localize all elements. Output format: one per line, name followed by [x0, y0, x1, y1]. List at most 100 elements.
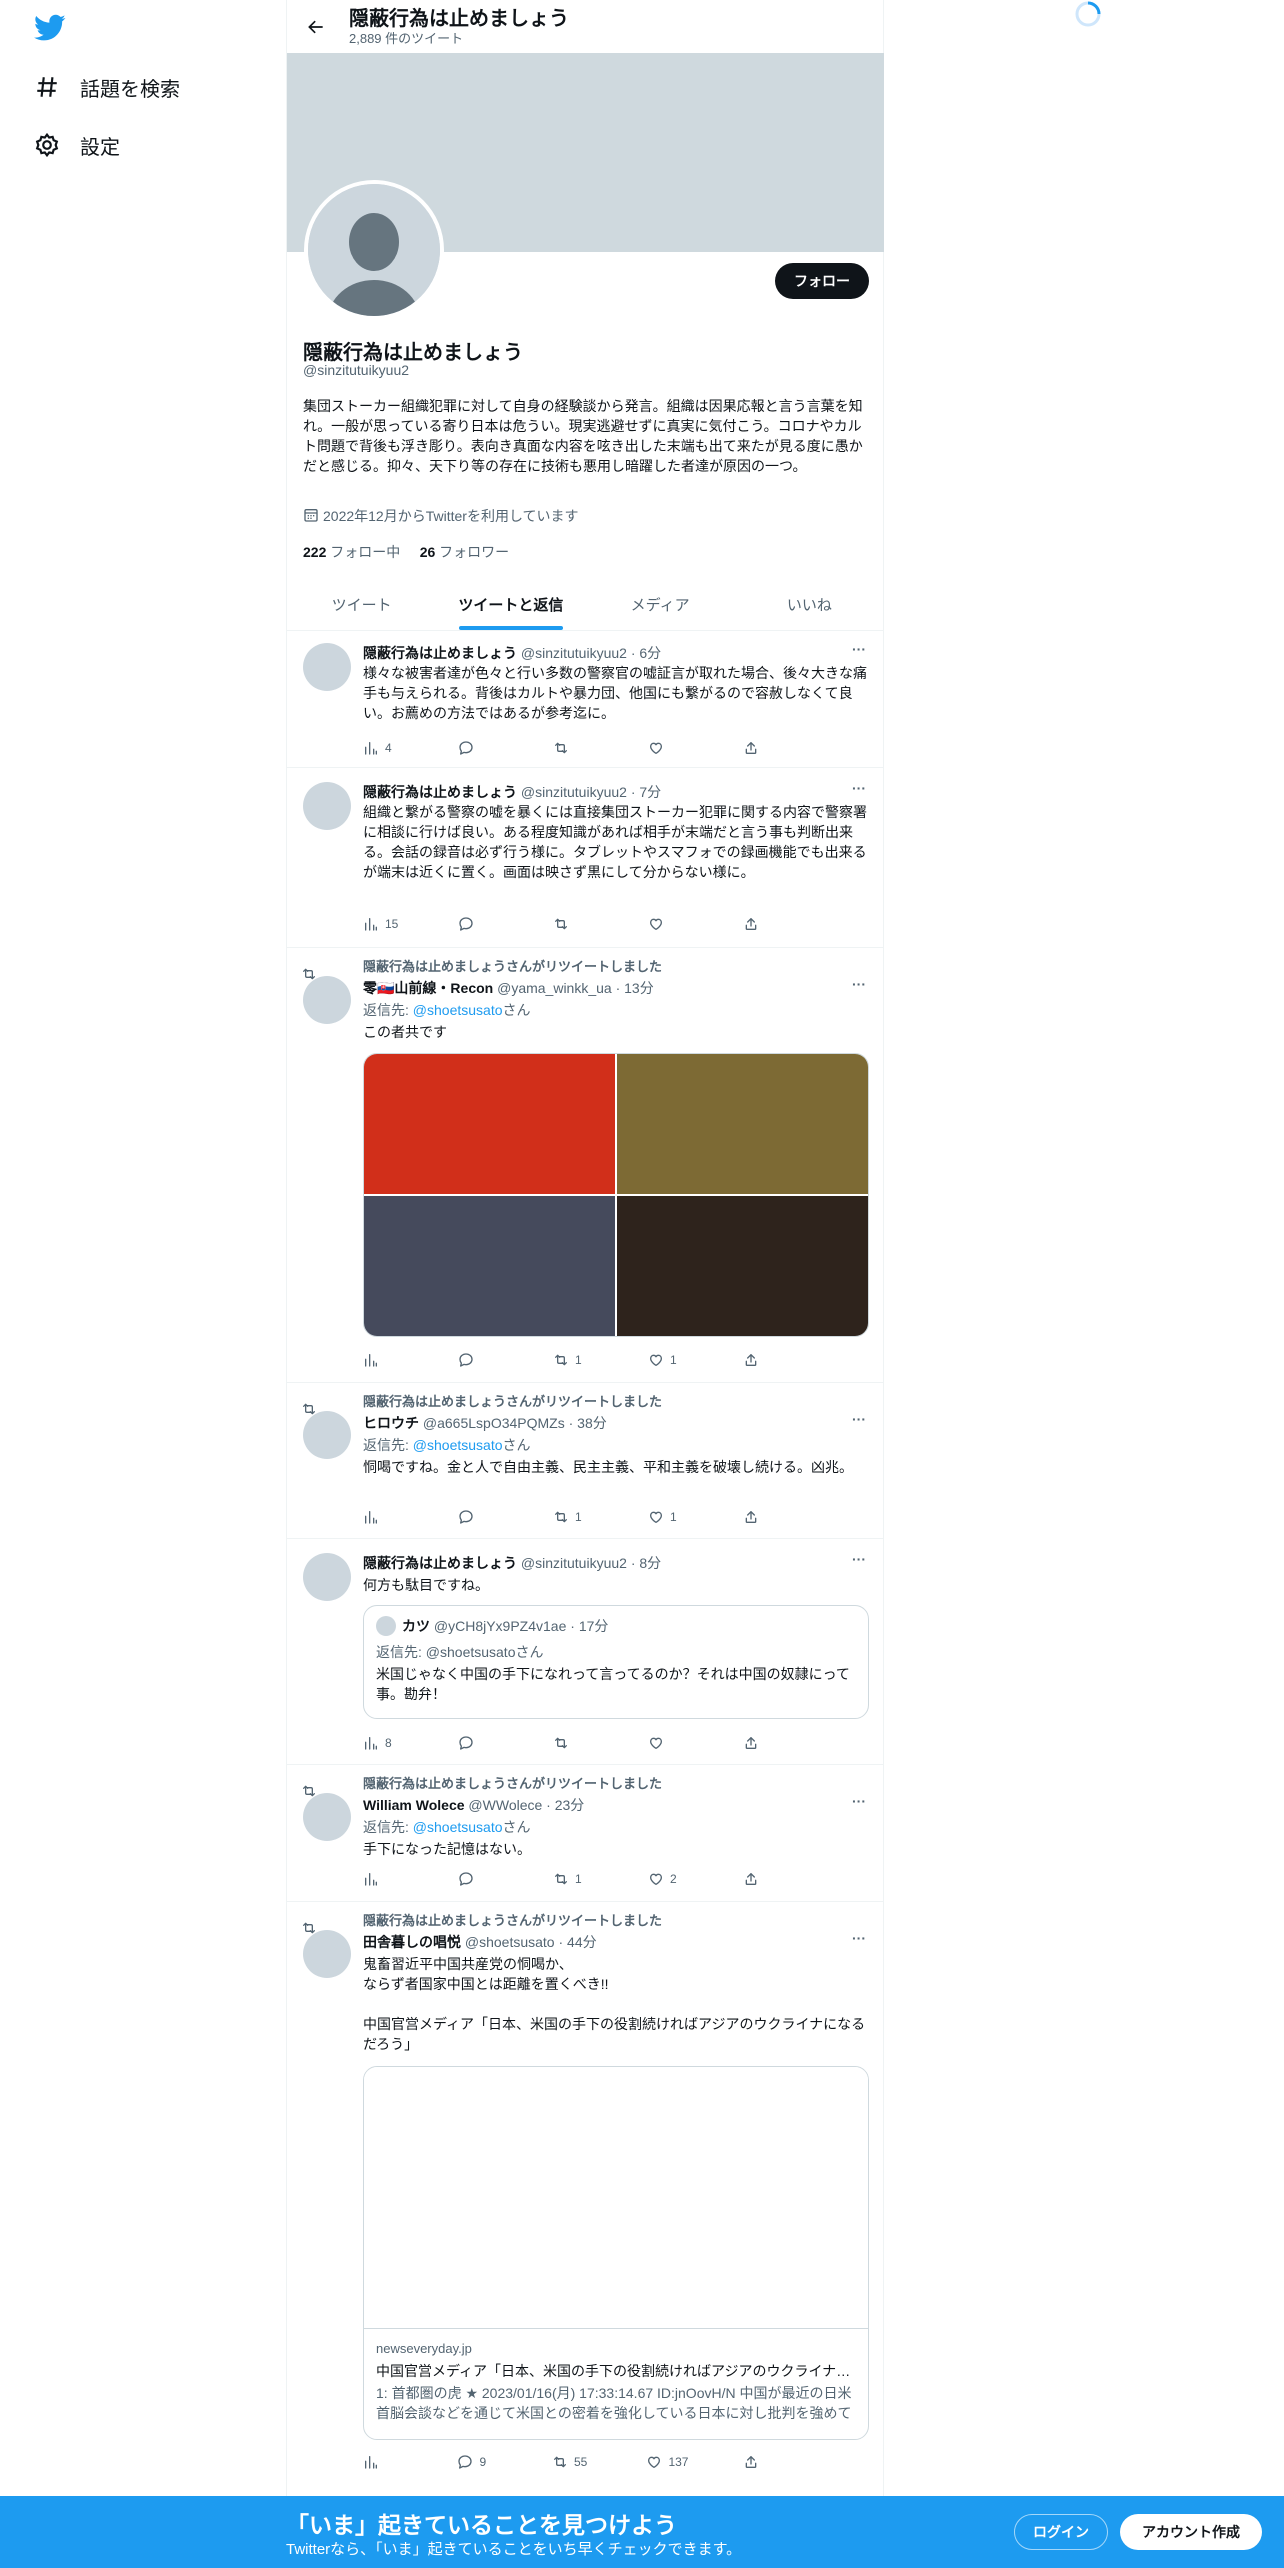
reply-button[interactable]: 9 [457, 2452, 497, 2472]
signup-button[interactable]: アカウント作成 [1120, 2514, 1262, 2550]
following-link[interactable]: 222 フォロー中 [303, 544, 400, 560]
profile-tabs: ツイート ツイートと返信 メディア いいね [287, 578, 884, 631]
back-arrow-icon[interactable] [299, 10, 333, 44]
share-button[interactable] [743, 738, 783, 758]
avatar[interactable] [303, 1930, 351, 1978]
avatar[interactable] [303, 1793, 351, 1841]
more-options-icon[interactable]: ··· [849, 976, 869, 992]
avatar[interactable] [303, 976, 351, 1024]
tweet[interactable]: 隠蔽行為は止めましょう @sinzitutuikyuu2 · 6分 ··· 様々… [287, 631, 884, 768]
like-button[interactable] [648, 738, 688, 758]
more-options-icon[interactable]: ··· [849, 1551, 869, 1567]
share-button[interactable] [743, 2452, 783, 2472]
tweet[interactable]: 隠蔽行為は止めましょう @sinzitutuikyuu2 · 8分 ··· 何方… [287, 1539, 884, 1765]
avatar[interactable] [303, 1411, 351, 1459]
retweet-button[interactable]: 1 [553, 1350, 593, 1370]
reply-to-link[interactable]: @shoetsusato [413, 1002, 503, 1018]
media-image[interactable] [617, 1054, 868, 1194]
share-icon [743, 1352, 759, 1368]
more-options-icon[interactable]: ··· [849, 1793, 869, 1809]
views-button[interactable] [363, 1507, 403, 1527]
tweet-text: 何方も駄目ですね。 [363, 1577, 489, 1593]
more-options-icon[interactable]: ··· [849, 1411, 869, 1427]
nav-item-explore[interactable]: 話題を検索 [30, 62, 180, 112]
views-button[interactable]: 8 [363, 1733, 403, 1753]
tab-likes[interactable]: いいね [735, 578, 884, 630]
share-icon [743, 740, 759, 756]
retweet-icon [552, 2454, 568, 2470]
tweet-count: 2,889 件のツイート [349, 30, 464, 46]
tweet[interactable]: 隠蔽行為は止めましょうさんがリツイートしました ヒロウチ @a665LspO34… [287, 1383, 884, 1539]
reply-button[interactable] [458, 1507, 498, 1527]
views-button[interactable]: 15 [363, 914, 403, 934]
heart-icon [648, 1871, 664, 1887]
retweet-button[interactable] [553, 914, 593, 934]
reply-button[interactable] [458, 1733, 498, 1753]
tab-tweets[interactable]: ツイート [287, 578, 436, 630]
share-button[interactable] [743, 1733, 783, 1753]
retweet-button[interactable]: 55 [552, 2452, 592, 2472]
share-button[interactable] [743, 914, 783, 934]
more-options-icon[interactable]: ··· [849, 1930, 869, 1946]
like-button[interactable] [648, 1733, 688, 1753]
nav-item-label: 設定 [80, 136, 120, 159]
retweet-button[interactable]: 1 [553, 1507, 593, 1527]
views-button[interactable] [363, 1869, 403, 1889]
like-button[interactable]: 1 [648, 1350, 688, 1370]
retweet-icon [553, 1735, 569, 1751]
media-image[interactable] [364, 1054, 615, 1194]
tab-media[interactable]: メディア [586, 578, 735, 630]
heart-icon [646, 2454, 662, 2470]
profile-avatar[interactable] [304, 180, 444, 320]
share-button[interactable] [743, 1350, 783, 1370]
media-image[interactable] [364, 1196, 615, 1336]
reply-button[interactable] [458, 1350, 498, 1370]
reply-to-link[interactable]: @shoetsusato [413, 1819, 503, 1835]
tweet-header: ヒロウチ @a665LspO34PQMZs · 38分 [363, 1415, 607, 1431]
tweet-header: 隠蔽行為は止めましょう @sinzitutuikyuu2 · 7分 [363, 784, 662, 800]
tweet[interactable]: 隠蔽行為は止めましょうさんがリツイートしました William Wolece @… [287, 1765, 884, 1902]
avatar[interactable] [303, 643, 351, 691]
retweet-button[interactable]: 1 [553, 1869, 593, 1889]
heart-icon [648, 1352, 664, 1368]
tweet-header: 零🇸🇰山前線・Recon @yama_winkk_ua · 13分 [363, 980, 654, 996]
views-button[interactable]: 4 [363, 738, 403, 758]
tweet[interactable]: 隠蔽行為は止めましょうさんがリツイートしました 零🇸🇰山前線・Recon @ya… [287, 948, 884, 1383]
retweet-context: 隠蔽行為は止めましょうさんがリツイートしました [303, 1773, 662, 1796]
tab-tweets-and-replies[interactable]: ツイートと返信 [436, 578, 585, 630]
link-card-image [364, 2067, 868, 2329]
link-card[interactable]: newseveryday.jp 中国官営メディア「日本、米国の手下の役割続ければ… [363, 2066, 869, 2440]
tweet[interactable]: 隠蔽行為は止めましょうさんがリツイートしました 田舎暮しの唱悦 @shoetsu… [287, 1902, 884, 2496]
avatar[interactable] [303, 782, 351, 830]
like-button[interactable]: 137 [646, 2452, 688, 2472]
avatar[interactable] [303, 1553, 351, 1601]
calendar-icon [303, 507, 319, 526]
views-button[interactable] [363, 1350, 403, 1370]
nav-item-settings[interactable]: 設定 [30, 120, 120, 170]
hashtag-icon [30, 70, 64, 104]
followers-link[interactable]: 26 フォロワー [420, 544, 509, 560]
quoted-tweet[interactable]: カツ @yCH8jYx9PZ4v1ae · 17分 返信先: @shoetsus… [363, 1605, 869, 1719]
follow-button[interactable]: フォロー [775, 263, 869, 299]
media-image[interactable] [617, 1196, 868, 1336]
login-button[interactable]: ログイン [1014, 2514, 1108, 2550]
retweet-button[interactable] [553, 738, 593, 758]
retweet-button[interactable] [553, 1733, 593, 1753]
share-button[interactable] [743, 1869, 783, 1889]
reply-to-link[interactable]: @shoetsusato [413, 1437, 503, 1453]
default-avatar-icon [308, 184, 440, 316]
twitter-logo-icon[interactable] [34, 14, 66, 42]
more-options-icon[interactable]: ··· [849, 780, 869, 796]
tweet[interactable]: 隠蔽行為は止めましょう @sinzitutuikyuu2 · 7分 ··· 組織… [287, 768, 884, 948]
like-button[interactable]: 1 [648, 1507, 688, 1527]
like-button[interactable]: 2 [648, 1869, 688, 1889]
reply-button[interactable] [458, 914, 498, 934]
more-options-icon[interactable]: ··· [849, 641, 869, 657]
reply-button[interactable] [458, 738, 498, 758]
reply-button[interactable] [458, 1869, 498, 1889]
loading-spinner-icon [1075, 1, 1101, 27]
share-icon [743, 1735, 759, 1751]
views-button[interactable] [363, 2452, 403, 2472]
like-button[interactable] [648, 914, 688, 934]
share-button[interactable] [743, 1507, 783, 1527]
